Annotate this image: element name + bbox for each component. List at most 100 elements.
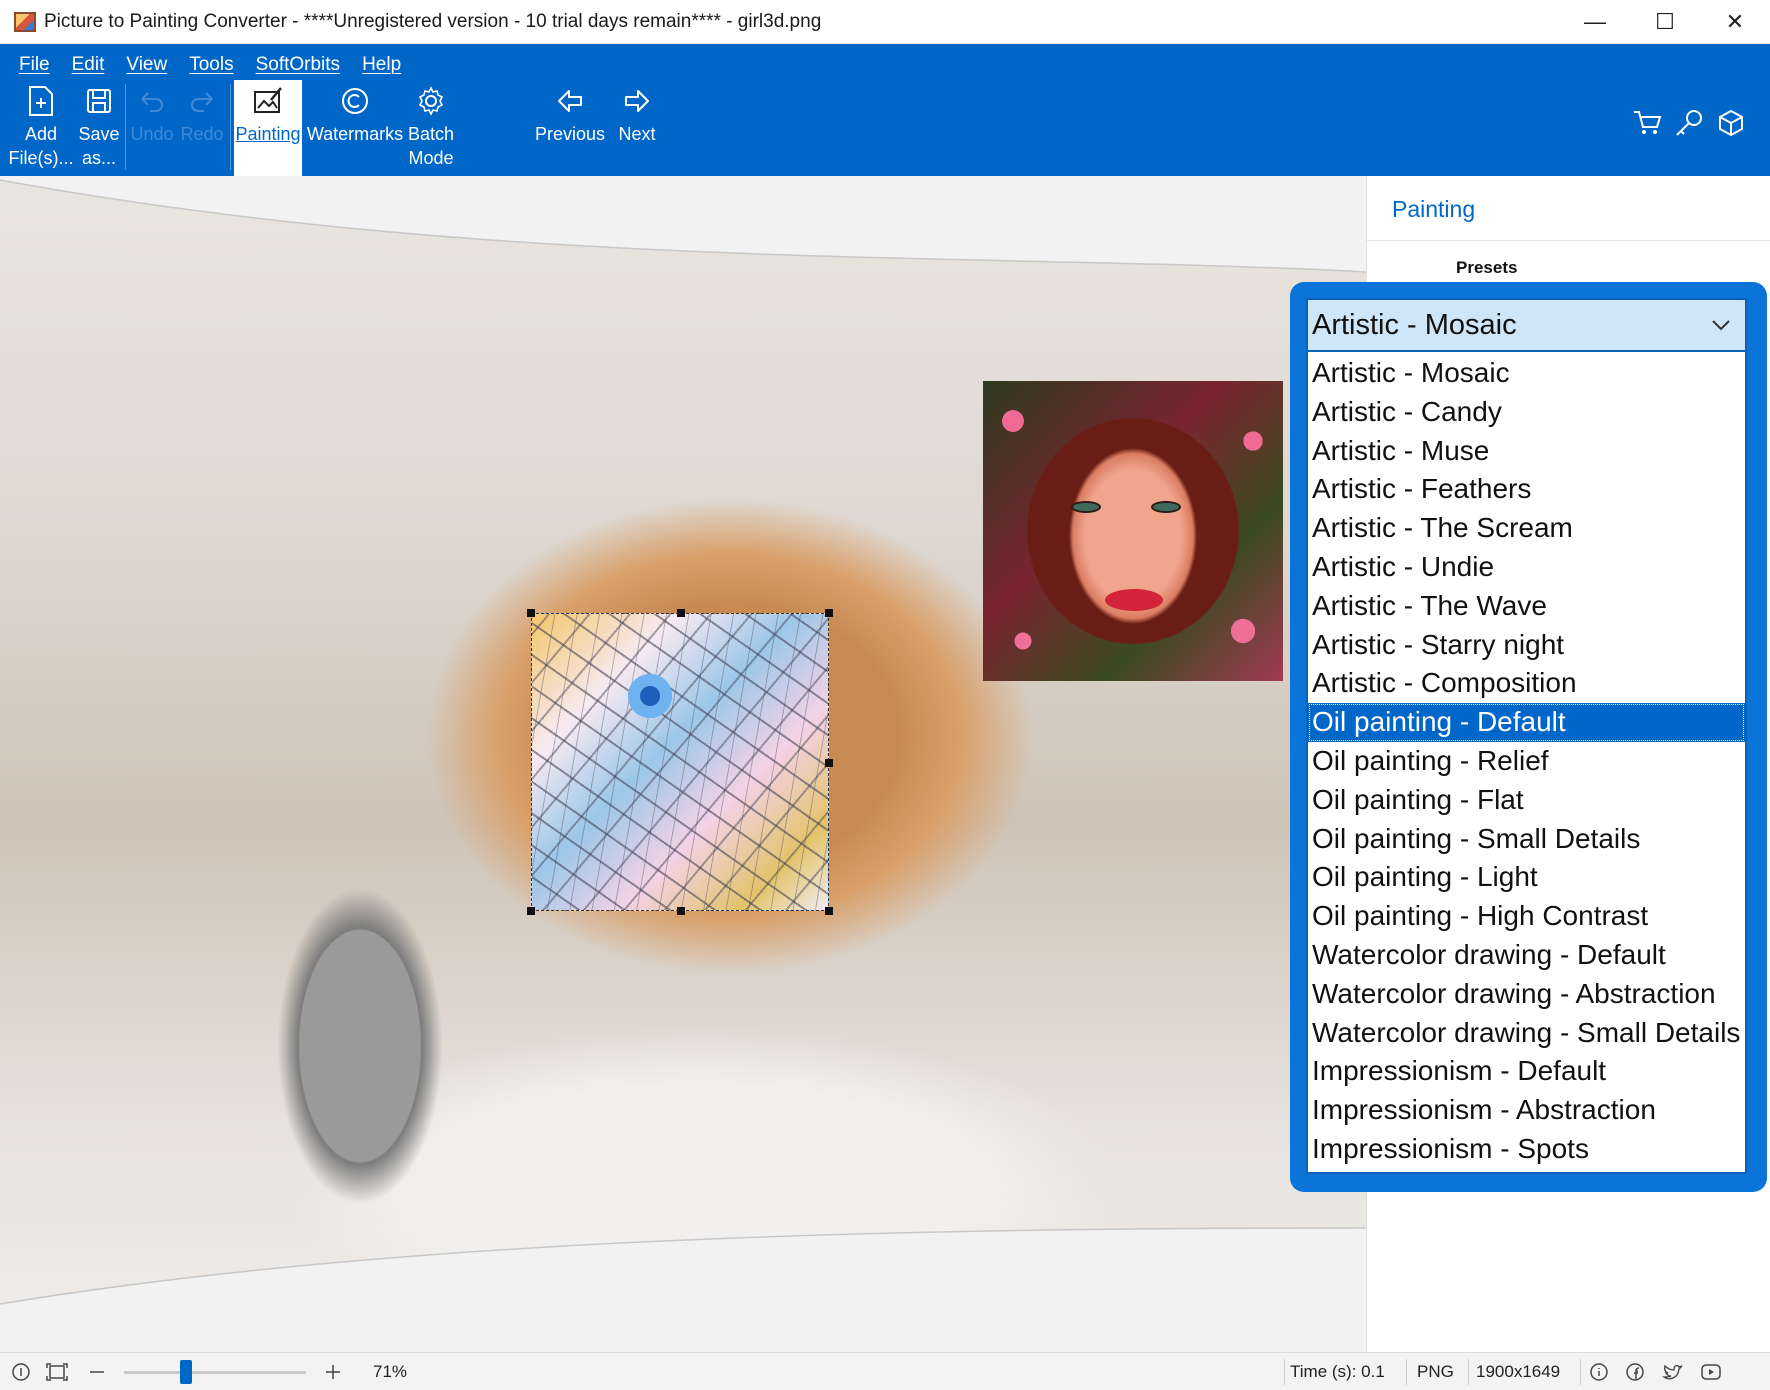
copyright-icon — [338, 84, 372, 118]
save-icon — [82, 84, 116, 118]
painting-label: Painting — [235, 124, 301, 144]
redo-label: Redo — [180, 124, 224, 144]
preset-option[interactable]: Oil painting - Flat — [1308, 781, 1745, 820]
preset-option[interactable]: Artistic - Starry night — [1308, 626, 1745, 665]
zoom-reset-icon[interactable] — [10, 1361, 32, 1383]
twitter-icon[interactable] — [1662, 1361, 1684, 1383]
portrait-eye — [1151, 501, 1181, 513]
undo-label: Undo — [130, 124, 174, 144]
page-curl-top — [0, 176, 1366, 273]
batch-mode-label: Batch Mode — [407, 124, 455, 168]
resize-handle[interactable] — [527, 907, 535, 915]
maximize-button[interactable]: ☐ — [1630, 0, 1700, 44]
close-button[interactable]: ✕ — [1700, 0, 1770, 44]
menu-softorbits[interactable]: SoftOrbits — [245, 50, 351, 80]
tab-painting[interactable]: Painting — [234, 80, 302, 176]
resize-handle[interactable] — [677, 609, 685, 617]
preset-option[interactable]: Watercolor drawing - Default — [1308, 936, 1745, 975]
preset-preview-portrait — [983, 381, 1283, 681]
presets-option-list: Artistic - Mosaic Artistic - Candy Artisti… — [1308, 354, 1745, 1169]
app-icon — [14, 11, 36, 32]
preset-option[interactable]: Impressionism - Abstraction — [1308, 1091, 1745, 1130]
menu-view[interactable]: View — [115, 50, 178, 80]
next-button[interactable]: Next — [612, 80, 662, 176]
ribbon-right-icons — [1632, 108, 1746, 138]
resize-handle[interactable] — [527, 609, 535, 617]
panel-title: Painting — [1392, 196, 1476, 222]
toolbar: Add File(s)... Save as... Undo Redo Pain… — [0, 80, 1770, 176]
chevron-down-icon[interactable] — [1709, 312, 1733, 336]
resize-handle[interactable] — [825, 907, 833, 915]
resize-handle[interactable] — [677, 907, 685, 915]
preset-option[interactable]: Artistic - Undie — [1308, 548, 1745, 587]
preset-option[interactable]: Artistic - Composition — [1308, 664, 1745, 703]
next-label: Next — [618, 124, 656, 144]
redo-button[interactable]: Redo — [178, 80, 226, 176]
previous-label: Previous — [534, 124, 606, 144]
preset-option[interactable]: Artistic - Mosaic — [1308, 354, 1745, 393]
status-divider — [1406, 1359, 1407, 1385]
image-dimensions: 1900x1649 — [1476, 1362, 1561, 1381]
redo-icon — [185, 84, 219, 118]
undo-button[interactable]: Undo — [128, 80, 176, 176]
page-curl-bottom — [0, 1227, 1366, 1352]
resize-handle[interactable] — [825, 609, 833, 617]
youtube-icon[interactable] — [1700, 1361, 1722, 1383]
zoom-slider-track[interactable] — [124, 1371, 306, 1374]
minimize-button[interactable]: — — [1560, 0, 1630, 44]
box-icon[interactable] — [1716, 108, 1746, 138]
menu-bar: File Edit View Tools SoftOrbits Help — [8, 50, 412, 80]
zoom-slider-thumb[interactable] — [179, 1360, 192, 1384]
key-icon[interactable] — [1674, 108, 1704, 138]
preset-option[interactable]: Oil painting - High Contrast — [1308, 897, 1745, 936]
menu-edit[interactable]: Edit — [61, 50, 116, 80]
image-format: PNG — [1417, 1362, 1454, 1381]
preset-option[interactable]: Impressionism - Default — [1308, 1052, 1745, 1091]
add-files-button[interactable]: Add File(s)... — [8, 80, 74, 176]
menu-help[interactable]: Help — [351, 50, 412, 80]
preset-option[interactable]: Oil painting - Light — [1308, 858, 1745, 897]
preset-option[interactable]: Artistic - The Scream — [1308, 509, 1745, 548]
arrow-left-icon — [553, 84, 587, 118]
zoom-in-icon[interactable] — [322, 1361, 344, 1383]
preset-option[interactable]: Impressionism - Spots — [1308, 1130, 1745, 1169]
tab-watermarks[interactable]: Watermarks — [306, 80, 404, 176]
status-divider — [1284, 1359, 1285, 1385]
toolbar-separator — [125, 84, 126, 170]
preset-option[interactable]: Artistic - Feathers — [1308, 470, 1745, 509]
toolbar-separator — [230, 84, 231, 170]
mosaic-preview-selection[interactable] — [527, 609, 833, 915]
batch-mode-button[interactable]: Batch Mode — [406, 80, 456, 176]
watermarks-label: Watermarks — [306, 124, 404, 144]
preset-option[interactable]: Artistic - Candy — [1308, 393, 1745, 432]
preset-option[interactable]: Oil painting - Small Details — [1308, 820, 1745, 859]
facebook-icon[interactable] — [1624, 1361, 1646, 1383]
presets-dropdown[interactable]: Artistic - Mosaic Artistic - Mosaic Artis… — [1306, 298, 1747, 1174]
save-as-button[interactable]: Save as... — [74, 80, 124, 176]
preset-option[interactable]: Artistic - Muse — [1308, 432, 1745, 471]
preset-option[interactable]: Watercolor drawing - Small Details — [1308, 1014, 1745, 1053]
menu-file[interactable]: File — [8, 50, 61, 80]
portrait-eye — [1071, 501, 1101, 513]
preset-option[interactable]: Watercolor drawing - Abstraction — [1308, 975, 1745, 1014]
preset-option[interactable]: Oil painting - Relief — [1308, 742, 1745, 781]
cart-icon[interactable] — [1632, 108, 1662, 138]
info-icon[interactable] — [1588, 1361, 1610, 1383]
status-divider — [1580, 1359, 1581, 1385]
image-canvas[interactable] — [0, 176, 1366, 1352]
menu-tools[interactable]: Tools — [178, 50, 244, 80]
zoom-out-icon[interactable] — [86, 1361, 108, 1383]
previous-button[interactable]: Previous — [532, 80, 608, 176]
preset-option[interactable]: Oil painting - Default — [1308, 703, 1745, 742]
panel-divider — [1367, 240, 1770, 241]
presets-select[interactable]: Artistic - Mosaic — [1308, 300, 1745, 352]
fit-to-window-icon[interactable] — [46, 1361, 68, 1383]
preset-option[interactable]: Artistic - The Wave — [1308, 587, 1745, 626]
add-files-label: Add File(s)... — [8, 124, 74, 168]
title-bar: Picture to Painting Converter - ****Unre… — [0, 0, 1770, 44]
add-file-icon — [24, 84, 58, 118]
gear-icon — [414, 84, 448, 118]
portrait-lips — [1105, 589, 1163, 611]
resize-handle[interactable] — [825, 759, 833, 767]
processing-time: Time (s): 0.1 — [1290, 1362, 1385, 1381]
